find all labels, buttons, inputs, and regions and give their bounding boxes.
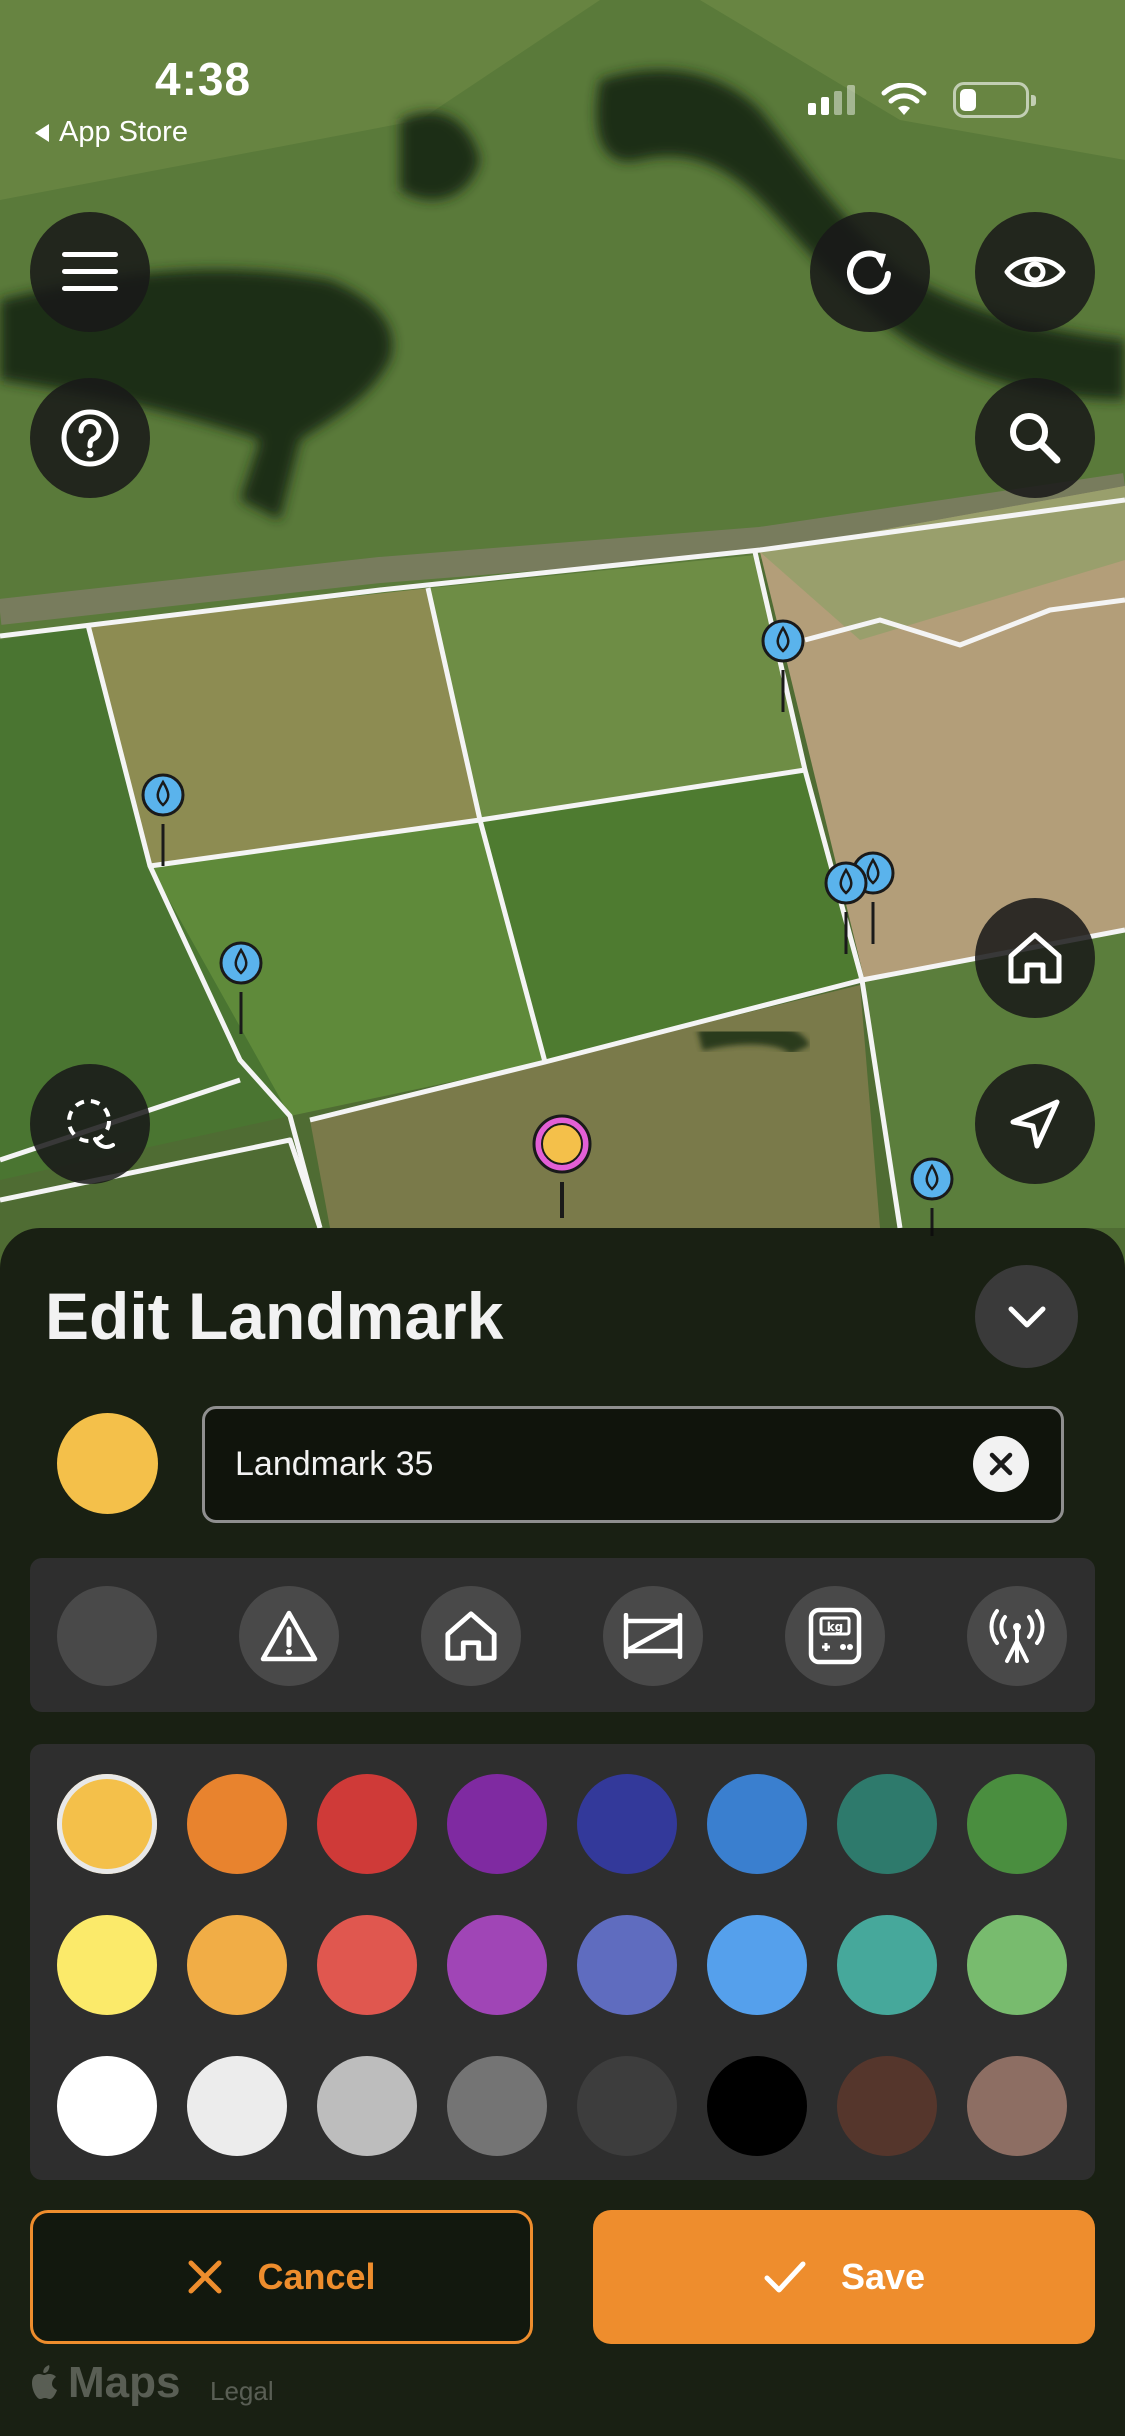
color-swatch[interactable]	[707, 1915, 807, 2015]
gate-icon	[623, 1613, 683, 1659]
color-swatch[interactable]	[447, 1774, 547, 1874]
selected-landmark-pin[interactable]	[530, 1112, 594, 1218]
color-swatch[interactable]	[57, 1915, 157, 2015]
color-swatch[interactable]	[187, 1915, 287, 2015]
color-swatch[interactable]	[967, 2056, 1067, 2156]
landmark-pin[interactable]	[140, 772, 186, 866]
landmark-name-input[interactable]	[235, 1409, 955, 1520]
refresh-button[interactable]	[810, 212, 930, 332]
battery-icon	[953, 82, 1036, 118]
color-swatch[interactable]	[837, 1915, 937, 2015]
landmark-pin[interactable]	[823, 860, 869, 954]
landmark-name-field[interactable]	[202, 1406, 1064, 1523]
sheet-title: Edit Landmark	[45, 1279, 504, 1353]
home-icon	[1008, 932, 1062, 984]
cancel-button[interactable]: Cancel	[30, 2210, 533, 2344]
color-swatch[interactable]	[577, 1774, 677, 1874]
color-swatch[interactable]	[317, 1774, 417, 1874]
cellular-signal-icon	[808, 85, 855, 115]
color-swatch[interactable]	[577, 1915, 677, 2015]
search-icon	[1010, 413, 1061, 464]
color-swatch[interactable]	[837, 1774, 937, 1874]
close-icon	[989, 1452, 1013, 1476]
hamburger-icon	[62, 252, 118, 291]
edit-landmark-sheet: Edit Landmark Landmark 35 kg Cancel Save	[0, 1228, 1125, 2436]
back-triangle-icon	[35, 123, 49, 142]
clear-text-button[interactable]	[973, 1436, 1029, 1492]
eye-icon	[1004, 256, 1066, 288]
color-swatch[interactable]	[317, 2056, 417, 2156]
color-swatch[interactable]	[447, 2056, 547, 2156]
color-swatch[interactable]	[57, 2056, 157, 2156]
color-swatch[interactable]	[707, 2056, 807, 2156]
color-swatch[interactable]	[577, 2056, 677, 2156]
apple-maps-attribution: Maps	[30, 2358, 180, 2408]
menu-button[interactable]	[30, 212, 150, 332]
landmark-pin[interactable]	[218, 940, 264, 1034]
selected-color-swatch	[57, 1413, 158, 1514]
cancel-label: Cancel	[257, 2256, 376, 2297]
color-swatch[interactable]	[57, 1774, 157, 1874]
question-icon	[61, 409, 119, 467]
color-swatch[interactable]	[967, 1915, 1067, 2015]
maps-label: Maps	[68, 2358, 181, 2407]
icon-option-scale[interactable]: kg	[785, 1586, 885, 1686]
collapse-sheet-button[interactable]	[975, 1265, 1078, 1368]
color-swatch[interactable]	[967, 1774, 1067, 1874]
wifi-icon	[881, 83, 927, 115]
checkmark-icon	[764, 2261, 806, 2293]
refresh-icon	[847, 250, 891, 295]
save-button[interactable]: Save	[593, 2210, 1095, 2344]
lasso-icon	[67, 1099, 115, 1149]
landmark-pin[interactable]	[909, 1156, 955, 1236]
color-picker	[30, 1744, 1095, 2180]
back-to-app-store[interactable]: App Store	[35, 116, 188, 149]
icon-option-gate[interactable]	[603, 1586, 703, 1686]
back-label: App Store	[59, 116, 188, 148]
lasso-button[interactable]	[30, 1064, 150, 1184]
scale-icon: kg	[808, 1607, 862, 1665]
help-button[interactable]	[30, 378, 150, 498]
chevron-down-icon	[1008, 1306, 1045, 1327]
home-button[interactable]	[975, 898, 1095, 1018]
warning-icon	[260, 1610, 318, 1662]
icon-option-none[interactable]	[57, 1586, 157, 1686]
color-swatch[interactable]	[707, 1774, 807, 1874]
search-button[interactable]	[975, 378, 1095, 498]
status-time: 4:38	[155, 53, 252, 105]
color-swatch[interactable]	[317, 1915, 417, 2015]
legal-link[interactable]: Legal	[210, 2376, 274, 2407]
icon-option-warning[interactable]	[239, 1586, 339, 1686]
save-label: Save	[840, 2256, 926, 2297]
icon-option-tower[interactable]	[967, 1586, 1067, 1686]
icon-picker: kg	[30, 1558, 1095, 1712]
icon-option-home[interactable]	[421, 1586, 521, 1686]
svg-text:kg: kg	[827, 1620, 844, 1634]
apple-logo-icon	[32, 2365, 57, 2399]
tower-icon	[989, 1609, 1045, 1663]
color-swatch[interactable]	[837, 2056, 937, 2156]
navigation-arrow-icon	[1010, 1099, 1060, 1149]
home-icon	[445, 1611, 497, 1661]
visibility-button[interactable]	[975, 212, 1095, 332]
landmark-pin[interactable]	[760, 618, 806, 712]
close-icon	[188, 2260, 222, 2294]
color-swatch[interactable]	[187, 2056, 287, 2156]
color-swatch[interactable]	[447, 1915, 547, 2015]
status-icons	[808, 82, 1036, 118]
locate-button[interactable]	[975, 1064, 1095, 1184]
status-bar: 4:38 App Store	[0, 0, 1125, 148]
color-swatch[interactable]	[187, 1774, 287, 1874]
